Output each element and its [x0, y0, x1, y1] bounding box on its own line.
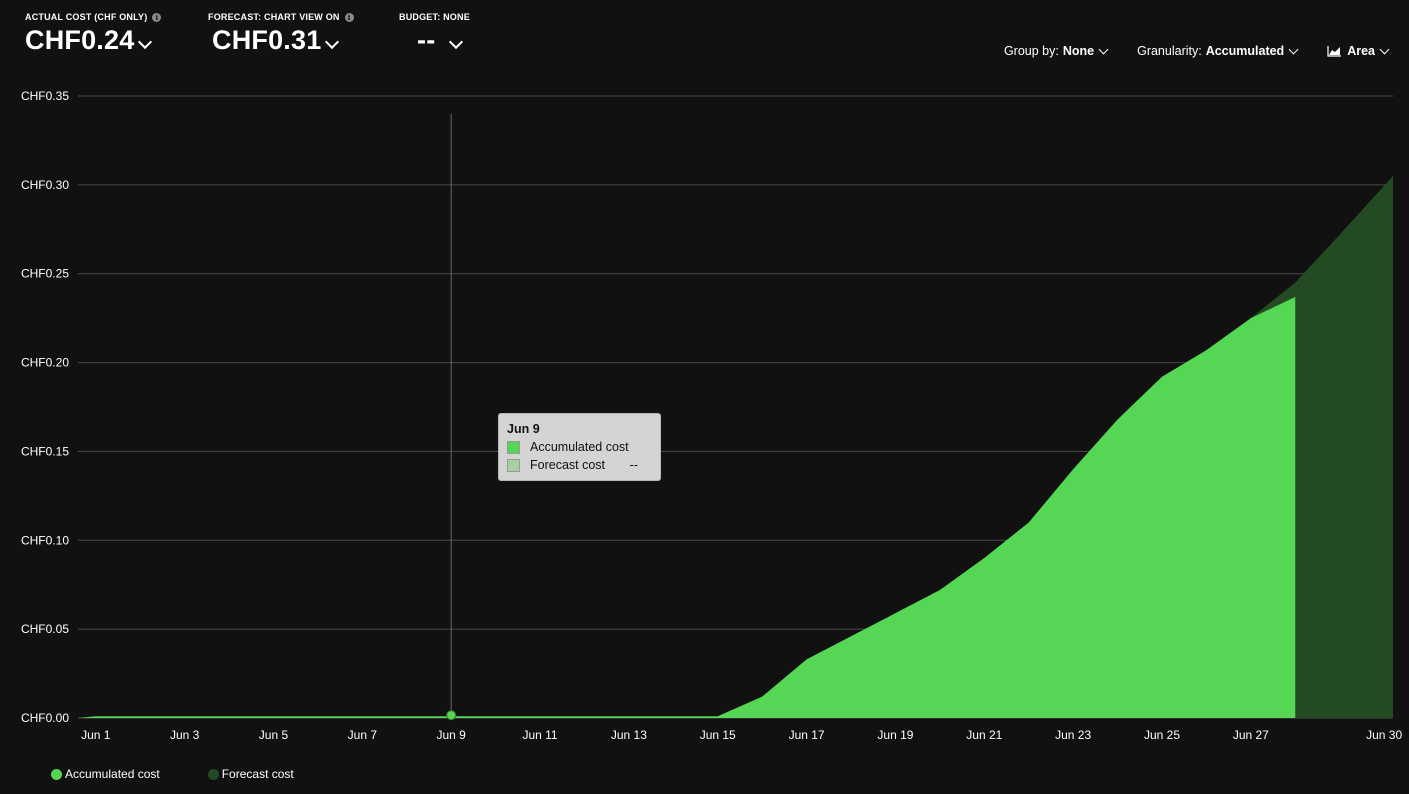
legend-label: Forecast cost	[221, 767, 294, 781]
tooltip-row-value: --	[629, 458, 638, 472]
chart-legend: Accumulated cost Forecast cost	[51, 767, 294, 781]
chevron-down-icon	[449, 34, 464, 49]
kpi-forecast-value: CHF0.31	[212, 25, 322, 55]
y-tick-label: CHF0.25	[21, 267, 69, 281]
kpi-forecast-label: FORECAST: CHART VIEW ON	[208, 12, 340, 22]
chevron-down-icon	[138, 34, 153, 49]
x-tick-label: Jun 3	[170, 728, 200, 742]
y-tick-label: CHF0.05	[21, 622, 69, 636]
legend-dot	[51, 768, 62, 780]
kpi-budget: BUDGET: NONE --	[399, 12, 470, 56]
chart-tooltip: Jun 9 Accumulated cost Forecast cost --	[498, 413, 661, 481]
chart-controls: Group by: None Granularity: Accumulated …	[1003, 44, 1390, 58]
chevron-down-icon	[1379, 44, 1390, 55]
tooltip-title: Jun 9	[507, 422, 540, 436]
area-chart-icon	[1327, 45, 1342, 57]
highlight-point	[446, 710, 457, 721]
y-tick-label: CHF0.10	[21, 533, 69, 547]
granularity-dropdown[interactable]: Granularity: Accumulated	[1137, 44, 1299, 58]
legend-item-forecast[interactable]: Forecast cost	[207, 767, 294, 781]
x-tick-label: Jun 25	[1144, 728, 1180, 742]
x-tick-label: Jun 11	[522, 728, 557, 742]
group-by-value: None	[1062, 44, 1095, 58]
info-icon[interactable]: i	[152, 12, 162, 22]
forecast-swatch	[507, 458, 520, 472]
chevron-down-icon	[1098, 44, 1109, 55]
kpi-forecast-dropdown[interactable]: CHF0.31	[208, 25, 354, 56]
info-icon[interactable]: i	[344, 12, 354, 22]
x-tick-label: Jun 27	[1233, 728, 1269, 742]
y-tick-label: CHF0.00	[21, 711, 69, 725]
legend-dot	[207, 768, 219, 780]
group-by-dropdown[interactable]: Group by: None	[1003, 44, 1109, 58]
group-by-label: Group by:	[1003, 44, 1059, 58]
kpi-budget-label: BUDGET: NONE	[399, 12, 470, 22]
x-tick-label: Jun 21	[966, 728, 1002, 742]
x-tick-label: Jun 9	[436, 728, 466, 742]
x-tick-label: Jun 17	[789, 728, 825, 742]
x-tick-label: Jun 7	[348, 728, 378, 742]
y-tick-label: CHF0.20	[21, 356, 69, 370]
x-tick-label: Jun 15	[700, 728, 736, 742]
tooltip-row-forecast: Forecast cost --	[507, 456, 652, 474]
accumulated-area	[78, 296, 1296, 718]
kpi-budget-value: --	[417, 25, 436, 55]
kpi-actual-cost: ACTUAL COST (CHF ONLY) i CHF0.24	[25, 12, 162, 56]
x-tick-label: Jun 23	[1055, 728, 1091, 742]
accumulated-swatch	[507, 440, 520, 454]
chevron-down-icon	[325, 34, 340, 49]
legend-label: Accumulated cost	[65, 767, 160, 781]
y-tick-label: CHF0.35	[21, 89, 69, 103]
y-tick-label: CHF0.30	[21, 178, 69, 192]
kpi-budget-dropdown[interactable]: --	[399, 25, 470, 56]
x-tick-label: Jun 30	[1366, 728, 1402, 742]
kpi-forecast: FORECAST: CHART VIEW ON i CHF0.31	[208, 12, 354, 56]
granularity-label: Granularity:	[1137, 44, 1202, 58]
y-tick-label: CHF0.15	[21, 444, 69, 458]
x-tick-label: Jun 5	[259, 728, 289, 742]
legend-item-accumulated[interactable]: Accumulated cost	[51, 767, 160, 781]
kpi-actual-value: CHF0.24	[25, 25, 135, 55]
tooltip-row-accumulated: Accumulated cost	[507, 438, 652, 456]
tooltip-row-label: Accumulated cost	[530, 440, 629, 454]
chevron-down-icon	[1288, 44, 1299, 55]
kpi-actual-label: ACTUAL COST (CHF ONLY)	[25, 12, 148, 22]
cost-area-chart[interactable]: CHF0.00 CHF0.05 CHF0.10 CHF0.15 CHF0.20 CHF0.…	[0, 80, 1409, 750]
x-tick-label: Jun 1	[81, 728, 111, 742]
x-tick-label: Jun 19	[877, 728, 913, 742]
chart-type-value: Area	[1347, 44, 1375, 58]
kpi-actual-dropdown[interactable]: CHF0.24	[25, 25, 161, 56]
chart-type-dropdown[interactable]: Area	[1327, 44, 1390, 58]
tooltip-row-label: Forecast cost	[530, 458, 606, 472]
x-tick-label: Jun 13	[611, 728, 647, 742]
granularity-value: Accumulated	[1205, 44, 1285, 58]
